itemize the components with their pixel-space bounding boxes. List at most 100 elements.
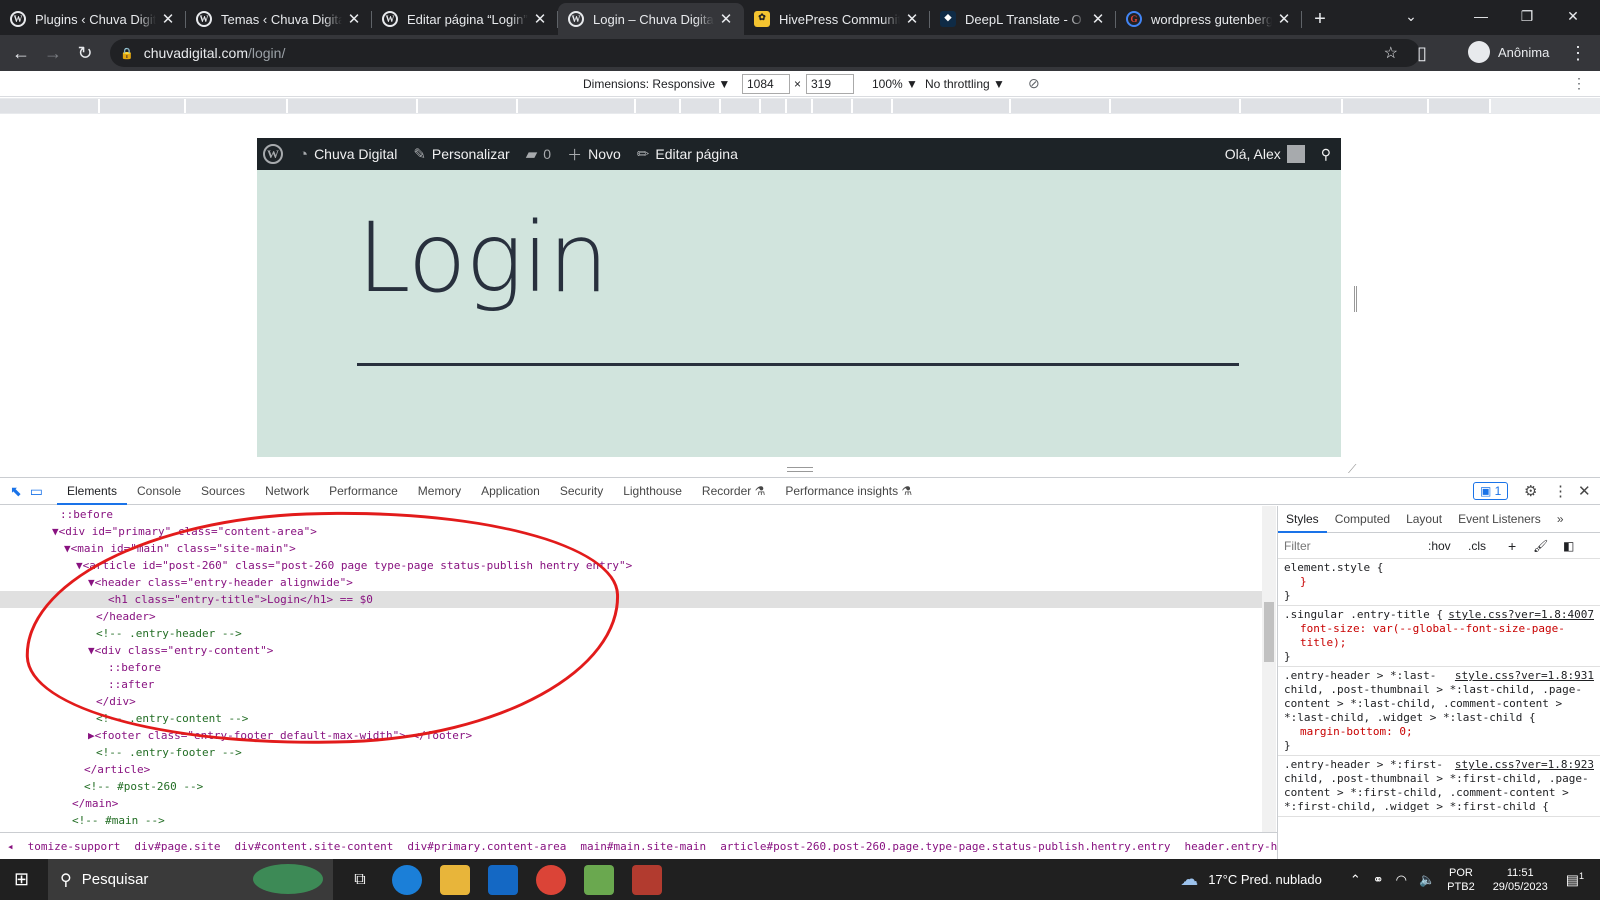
- wifi-icon[interactable]: ◠: [1396, 872, 1407, 888]
- search-icon[interactable]: ⚲: [1313, 138, 1341, 170]
- resize-handle-right[interactable]: [1354, 286, 1357, 312]
- reload-icon[interactable]: ↻: [69, 37, 101, 69]
- devtools-tab-elements[interactable]: Elements: [56, 478, 127, 505]
- minimize-button[interactable]: —: [1458, 0, 1504, 32]
- new-style-rule-icon[interactable]: +: [1508, 538, 1516, 554]
- paint-icon[interactable]: 🖌: [1533, 539, 1548, 553]
- close-tab-icon[interactable]: ✕: [904, 10, 920, 28]
- tray-chevron-icon[interactable]: ⌃: [1350, 872, 1361, 888]
- style-rule[interactable]: style.css?ver=1.8:923 .entry-header > *:f…: [1278, 756, 1600, 817]
- tab-search-icon[interactable]: ⌄: [1388, 0, 1434, 32]
- menu-kebab-icon[interactable]: ⋮: [1562, 37, 1594, 69]
- styles-tab-0[interactable]: Styles: [1278, 506, 1327, 533]
- admin-customize-link[interactable]: ✎ Personalizar: [405, 138, 517, 170]
- dom-node[interactable]: ::after: [0, 676, 1262, 693]
- tab-4[interactable]: W Login – Chuva Digital ✕: [558, 3, 744, 35]
- dom-node[interactable]: <!-- .entry-footer -->: [0, 744, 1262, 761]
- media-query-ruler[interactable]: [0, 98, 1600, 114]
- device-more-icon[interactable]: ⋮: [1572, 75, 1586, 92]
- breadcrumb-item[interactable]: div#primary.content-area: [400, 840, 573, 853]
- incognito-profile[interactable]: Anônima: [1468, 41, 1549, 63]
- rule-source-link[interactable]: style.css?ver=1.8:931: [1455, 669, 1594, 683]
- dom-node[interactable]: <!-- #post-260 -->: [0, 778, 1262, 795]
- side-panel-icon[interactable]: ▯: [1406, 37, 1438, 69]
- close-tab-icon[interactable]: ✕: [346, 10, 362, 28]
- inspect-element-icon[interactable]: ⬉: [10, 483, 22, 500]
- notification-icon[interactable]: ▤1: [1566, 871, 1584, 889]
- breadcrumb-item[interactable]: header.entry-header.alignwide: [1178, 840, 1277, 853]
- breadcrumb-item[interactable]: article#post-260.post-260.page.type-page…: [713, 840, 1177, 853]
- devtools-tab-console[interactable]: Console: [127, 478, 191, 505]
- close-window-button[interactable]: ✕: [1550, 0, 1596, 32]
- dom-node[interactable]: ::before: [0, 506, 1262, 523]
- dom-node[interactable]: </main>: [0, 795, 1262, 812]
- styles-tab-3[interactable]: Event Listeners: [1450, 506, 1549, 533]
- devtools-tab-performance[interactable]: Performance insights ⚗: [775, 478, 922, 505]
- close-tab-icon[interactable]: ✕: [718, 10, 734, 28]
- tab-5[interactable]: ✿ HivePress Community ✕: [744, 3, 930, 35]
- admin-comments-link[interactable]: ▰ 0: [518, 138, 559, 170]
- issues-badge[interactable]: ▣ 1: [1473, 482, 1509, 500]
- breadcrumb-item[interactable]: div#page.site: [127, 840, 227, 853]
- rule-source-link[interactable]: style.css?ver=1.8:923: [1455, 758, 1594, 772]
- admin-new-link[interactable]: ＋ Novo: [559, 138, 629, 170]
- dom-node[interactable]: </header>: [0, 608, 1262, 625]
- devtools-tab-lighthouse[interactable]: Lighthouse: [613, 478, 692, 505]
- dom-node[interactable]: ▶<footer class="entry-footer default-max…: [0, 727, 1262, 744]
- file-explorer-icon[interactable]: [440, 865, 470, 895]
- breadcrumb-item[interactable]: div#content.site-content: [227, 840, 400, 853]
- close-tab-icon[interactable]: ✕: [532, 10, 548, 28]
- wordpress-logo-icon[interactable]: W: [257, 138, 291, 170]
- windows-start-icon[interactable]: ⊞: [14, 869, 29, 890]
- calculator-icon[interactable]: [584, 865, 614, 895]
- admin-account-link[interactable]: Olá, Alex: [1217, 138, 1313, 170]
- elements-tree[interactable]: ::before ▼<div id="primary" class="conten…: [0, 506, 1262, 832]
- tab-3[interactable]: W Editar página “Login” ‹ C✕: [372, 3, 558, 35]
- weather-text[interactable]: 17°C Pred. nublado: [1208, 872, 1322, 887]
- devtools-tab-recorder[interactable]: Recorder ⚗: [692, 478, 775, 505]
- clock[interactable]: 11:51 29/05/2023: [1493, 866, 1548, 894]
- tab-1[interactable]: W Plugins ‹ Chuva Digital —✕: [0, 3, 186, 35]
- viewport-width-input[interactable]: 1084: [742, 74, 790, 94]
- dom-node[interactable]: ▼<div class="entry-content">: [0, 642, 1262, 659]
- breadcrumb-item[interactable]: ◂: [0, 840, 21, 853]
- dom-node[interactable]: <!-- .entry-content -->: [0, 710, 1262, 727]
- dom-node[interactable]: ▼<article id="post-260" class="post-260 …: [0, 557, 1262, 574]
- dom-node[interactable]: ▼<div id="primary" class="content-area">: [0, 523, 1262, 540]
- dom-node[interactable]: <h1 class="entry-title">Login</h1> == $0: [0, 591, 1262, 608]
- styles-tab-1[interactable]: Computed: [1327, 506, 1398, 533]
- devtools-tab-security[interactable]: Security: [550, 478, 613, 505]
- devtools-tab-application[interactable]: Application: [471, 478, 550, 505]
- toggle-sidebar-icon[interactable]: ◧: [1563, 539, 1574, 553]
- new-tab-button[interactable]: +: [1306, 3, 1334, 35]
- close-tab-icon[interactable]: ✕: [1090, 10, 1106, 28]
- style-rule[interactable]: element.style {}}: [1278, 559, 1600, 606]
- dom-node[interactable]: </article>: [0, 761, 1262, 778]
- throttling-select[interactable]: No throttling ▼: [925, 77, 1005, 91]
- app-icon[interactable]: [632, 865, 662, 895]
- devtools-tab-sources[interactable]: Sources: [191, 478, 255, 505]
- hov-toggle[interactable]: :hov: [1428, 539, 1451, 553]
- devtools-more-icon[interactable]: ⋮: [1553, 482, 1568, 500]
- tab-6[interactable]: ◆ DeepL Translate - O melh✕: [930, 3, 1116, 35]
- resize-corner-icon[interactable]: ⟋: [1348, 462, 1356, 477]
- edge-icon[interactable]: [392, 865, 422, 895]
- dimensions-select[interactable]: Dimensions: Responsive ▼: [583, 77, 730, 91]
- dom-node[interactable]: ::before: [0, 659, 1262, 676]
- viewport-height-input[interactable]: 319: [806, 74, 854, 94]
- dom-node[interactable]: </div>: [0, 693, 1262, 710]
- dom-node[interactable]: <!-- .entry-header -->: [0, 625, 1262, 642]
- breadcrumb-item[interactable]: tomize-support: [21, 840, 128, 853]
- devtools-tab-network[interactable]: Network: [255, 478, 319, 505]
- admin-edit-page-link[interactable]: ✏ Editar página: [629, 138, 746, 170]
- tab-7[interactable]: Gwordpress gutenberg - Pe✕: [1116, 3, 1302, 35]
- breadcrumb-item[interactable]: main#main.site-main: [573, 840, 713, 853]
- rule-source-link[interactable]: style.css?ver=1.8:4007: [1448, 608, 1594, 622]
- elements-scrollbar[interactable]: [1262, 506, 1276, 832]
- close-tab-icon[interactable]: ✕: [160, 10, 176, 28]
- back-arrow-icon[interactable]: ←: [5, 37, 37, 69]
- admin-site-link[interactable]: ◔ Chuva Digital: [291, 138, 405, 170]
- device-toggle-icon[interactable]: ▭: [30, 483, 43, 500]
- taskbar-search[interactable]: ⚲ Pesquisar: [48, 859, 333, 900]
- styles-filter-input[interactable]: Filter: [1284, 539, 1311, 553]
